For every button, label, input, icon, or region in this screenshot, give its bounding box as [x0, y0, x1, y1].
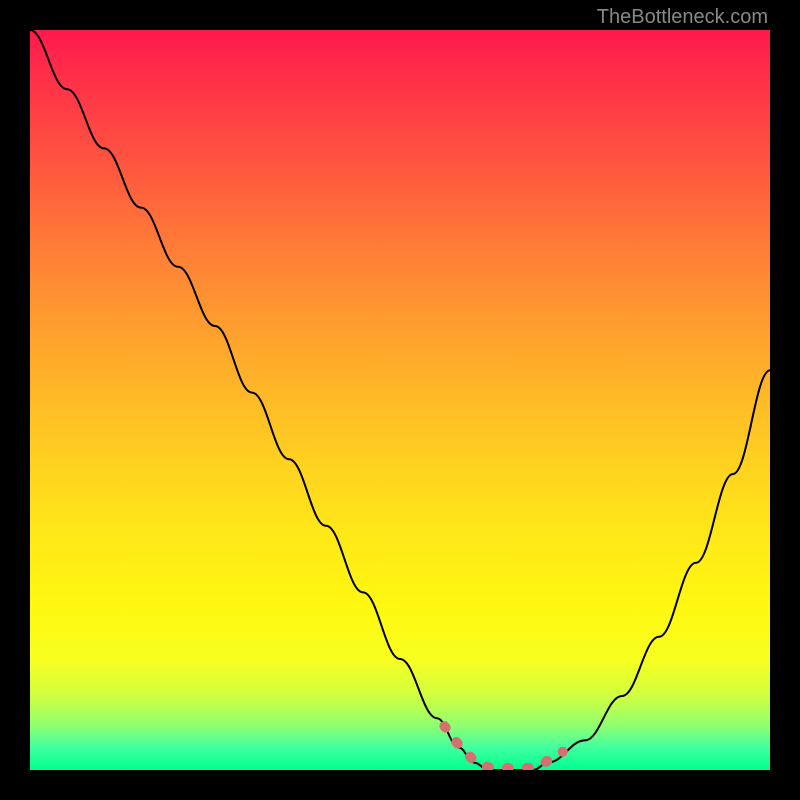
watermark-text: TheBottleneck.com [597, 6, 768, 29]
bottleneck-curve [30, 30, 770, 770]
optimal-range-marker [444, 726, 562, 768]
chart-container: TheBottleneck.com [0, 0, 800, 800]
curve-svg [30, 30, 770, 770]
plot-area [30, 30, 770, 770]
